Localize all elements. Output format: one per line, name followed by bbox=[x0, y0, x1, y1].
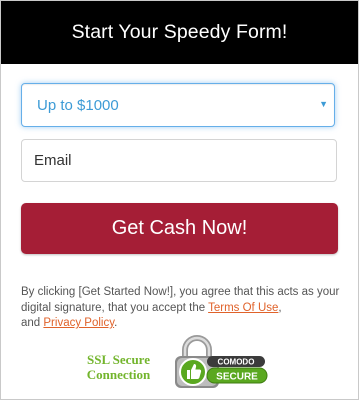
loan-amount-selected-value: Up to $1000 bbox=[37, 97, 119, 114]
comodo-secure-seal-icon: COMODO SECURE bbox=[175, 335, 268, 388]
consent-disclaimer: By clicking [Get Started Now!], you agre… bbox=[21, 285, 341, 332]
caret-down-icon: ▼ bbox=[319, 99, 328, 109]
ssl-secure-label: SSL Secure Connection bbox=[71, 352, 166, 382]
seal-secure-text: SECURE bbox=[216, 372, 258, 383]
email-field[interactable] bbox=[21, 139, 337, 182]
lead-form-card: Start Your Speedy Form! Up to $1000 ▼ Ge… bbox=[0, 0, 359, 400]
disclaimer-period: . bbox=[114, 317, 118, 329]
disclaimer-text: By clicking [Get Started Now!], you agre… bbox=[21, 286, 340, 314]
form-header: Start Your Speedy Form! bbox=[1, 1, 358, 64]
disclaimer-and: and bbox=[21, 317, 44, 329]
ssl-label-line1: SSL Secure bbox=[87, 352, 150, 367]
ssl-label-line2: Connection bbox=[86, 367, 151, 382]
privacy-policy-link[interactable]: Privacy Policy bbox=[43, 317, 114, 329]
get-cash-now-button[interactable]: Get Cash Now! bbox=[21, 203, 338, 254]
loan-amount-select[interactable]: Up to $1000 ▼ bbox=[21, 83, 335, 127]
form-title: Start Your Speedy Form! bbox=[71, 21, 288, 43]
disclaimer-comma: , bbox=[278, 301, 282, 314]
seal-brand-text: COMODO bbox=[218, 358, 255, 367]
terms-of-use-link[interactable]: Terms Of Use bbox=[208, 302, 278, 314]
